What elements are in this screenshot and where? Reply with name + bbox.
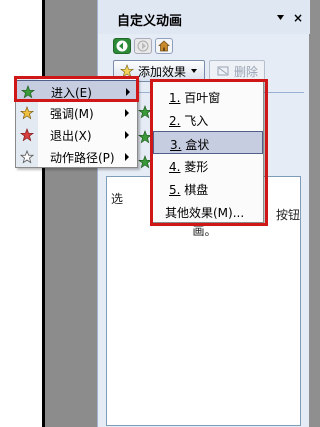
submenu-item-number: 3. xyxy=(170,138,182,152)
add-effect-menu: 进入(E) 强调(M) 退出(X) 动作路径(P) xyxy=(15,78,138,168)
submenu-item-number: 1. xyxy=(169,91,181,105)
hint-line-3: 画。 xyxy=(192,224,217,238)
task-pane-navigation xyxy=(113,38,173,56)
submenu-item-more-effects[interactable]: 其他效果(M)... xyxy=(153,200,263,223)
star-green-icon xyxy=(138,130,152,144)
submenu-item-label: 棋盘 xyxy=(184,183,209,197)
submenu-item-label: 菱形 xyxy=(184,160,209,174)
add-effect-star-icon xyxy=(120,64,134,78)
star-green-icon xyxy=(21,85,35,99)
home-icon[interactable] xyxy=(155,38,173,54)
submenu-item-label: 百叶窗 xyxy=(184,91,221,105)
submenu-item-blinds[interactable]: 1. 百叶窗 xyxy=(153,85,263,108)
slide-canvas xyxy=(0,0,45,427)
submenu-arrow-icon xyxy=(125,131,129,139)
submenu-item-label: 飞入 xyxy=(184,114,209,128)
back-arrow-icon[interactable] xyxy=(113,38,131,54)
menu-item-entrance[interactable]: 进入(E) xyxy=(16,80,137,102)
star-green-icon xyxy=(138,105,152,119)
remove-effect-icon xyxy=(217,66,229,76)
forward-arrow-icon[interactable] xyxy=(134,38,152,54)
submenu-item-number: 2. xyxy=(169,114,181,128)
submenu-arrow-icon xyxy=(126,88,130,96)
task-pane-menu-icon[interactable] xyxy=(276,12,285,22)
menu-item-motion-path[interactable]: 动作路径(P) xyxy=(16,146,137,168)
star-red-icon xyxy=(20,128,34,142)
add-effect-label: 添加效果 xyxy=(138,64,187,79)
entrance-submenu: 1. 百叶窗 2. 飞入 3. 盒状 4. 菱形 5. 棋盘 其他效果(M)..… xyxy=(152,80,264,223)
submenu-item-checkerboard[interactable]: 5. 棋盘 xyxy=(153,177,263,200)
star-yellow-icon xyxy=(20,106,34,120)
submenu-item-number: 4. xyxy=(169,160,181,174)
menu-item-label: 动作路径(P) xyxy=(50,151,115,165)
menu-item-label: 强调(M) xyxy=(50,107,94,121)
submenu-item-diamond[interactable]: 4. 菱形 xyxy=(153,154,263,177)
submenu-arrow-icon xyxy=(125,109,129,117)
menu-item-label: 退出(X) xyxy=(50,129,92,143)
submenu-arrow-icon xyxy=(125,153,129,161)
remove-effect-label: 删除 xyxy=(234,64,259,79)
chevron-down-icon xyxy=(191,69,198,73)
menu-item-emphasis[interactable]: 强调(M) xyxy=(16,102,137,124)
remove-effect-button[interactable]: 删除 xyxy=(209,60,266,82)
menu-item-exit[interactable]: 退出(X) xyxy=(16,124,137,146)
star-green-icon xyxy=(138,155,152,169)
task-pane-title: 自定义动画 xyxy=(117,14,183,29)
menu-item-label: 进入(E) xyxy=(51,86,92,100)
workspace-background xyxy=(45,0,97,427)
star-outline-icon xyxy=(20,150,34,164)
submenu-item-label: 其他效果(M)... xyxy=(165,206,245,220)
submenu-item-fly-in[interactable]: 2. 飞入 xyxy=(153,108,263,131)
close-icon[interactable]: × xyxy=(293,12,303,24)
submenu-item-number: 5. xyxy=(169,183,181,197)
submenu-item-label: 盒状 xyxy=(185,138,210,152)
submenu-item-box[interactable]: 3. 盒状 xyxy=(153,131,263,154)
task-pane-header: 自定义动画 × xyxy=(98,0,310,34)
